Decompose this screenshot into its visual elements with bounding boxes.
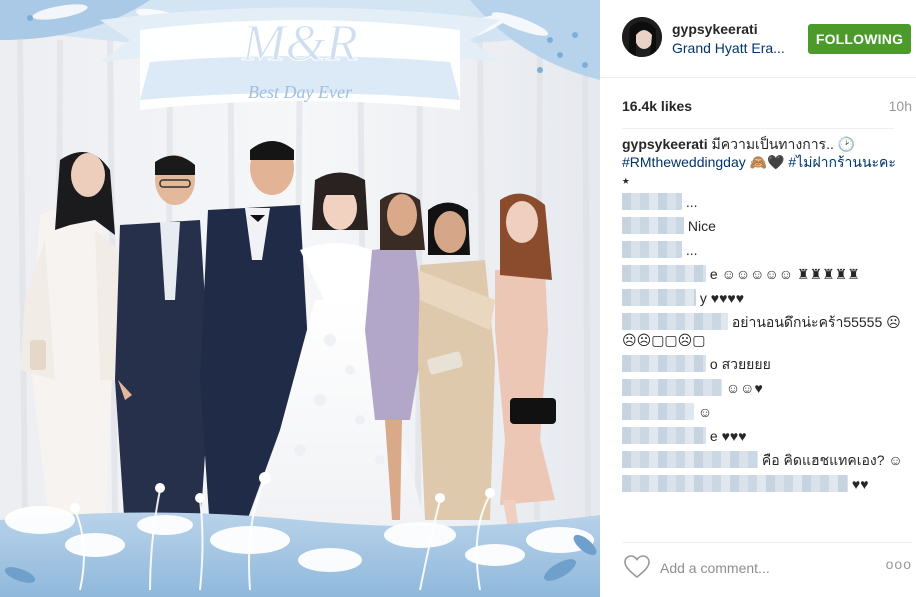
- caption-username[interactable]: gypsykeerati: [622, 136, 708, 152]
- comment-username-blurred[interactable]: [622, 475, 848, 492]
- instagram-post: M&R Best Day Ever gypsykeerati Grand Hya…: [0, 0, 916, 597]
- comment-row: อย่านอนดึกน่ะคร้า55555 ☹☹☹▢▢☹▢: [622, 313, 907, 349]
- comment-username-blurred[interactable]: [622, 313, 728, 330]
- comment-row: e ♥♥♥: [622, 427, 907, 445]
- banner-monogram: M&R: [241, 15, 358, 72]
- comment-username-blurred[interactable]: [622, 355, 706, 372]
- comment-row: ♥♥: [622, 475, 907, 493]
- caption: gypsykeerati มีความเป็นทางการ.. 🕑 #RMthe…: [622, 135, 907, 189]
- comment-username-blurred[interactable]: [622, 241, 682, 258]
- comment-row: o สวยยยย: [622, 355, 907, 373]
- location-link[interactable]: Grand Hyatt Era...: [672, 40, 802, 56]
- divider: [622, 128, 894, 129]
- avatar[interactable]: [622, 17, 662, 57]
- comment-username-blurred[interactable]: [622, 379, 722, 396]
- comment-text: ☺: [697, 404, 713, 420]
- comment-text: ...: [685, 194, 698, 210]
- comment-row: e ☺☺☺☺☺ ♜♜♜♜♜: [622, 265, 907, 283]
- comment-text: Nice: [687, 218, 716, 234]
- comment-text: ♥♥: [851, 476, 869, 492]
- post-header: gypsykeerati Grand Hyatt Era... FOLLOWIN…: [600, 0, 916, 78]
- caption-text: มีความเป็นทางการ.. 🕑: [707, 136, 856, 152]
- comment-row: y ♥♥♥♥: [622, 289, 907, 307]
- comment-username-blurred[interactable]: [622, 427, 706, 444]
- like-heart-icon[interactable]: [624, 555, 650, 579]
- comment-text: e ☺☺☺☺☺ ♜♜♜♜♜: [709, 266, 860, 282]
- comment-text: ☺☺♥: [725, 380, 763, 396]
- comment-text: y ♥♥♥♥: [699, 290, 745, 306]
- comment-text: e ♥♥♥: [709, 428, 747, 444]
- comment-username-blurred[interactable]: [622, 265, 706, 282]
- comment-text: o สวยยยย: [709, 356, 771, 372]
- comment-row: Nice: [622, 217, 907, 235]
- hashtag-link[interactable]: #RMtheweddingday: [622, 154, 746, 170]
- comment-row: ☺: [622, 403, 907, 421]
- comment-row: ☺☺♥: [622, 379, 907, 397]
- banner-text: Best Day Ever: [248, 82, 353, 102]
- comment-username-blurred[interactable]: [622, 193, 682, 210]
- post-footer: ooo: [622, 542, 912, 597]
- comment-username-blurred[interactable]: [622, 403, 694, 420]
- caption-emoji: 🙈🖤: [745, 154, 789, 170]
- comment-row: ...: [622, 241, 907, 259]
- comment-text: คือ คิดแฮชแทคเอง? ☺: [761, 452, 903, 468]
- hashtag-link[interactable]: #ไม่ฝากร้านนะคะ: [788, 154, 896, 170]
- comment-row: คือ คิดแฮชแทคเอง? ☺: [622, 451, 907, 469]
- post-meta: 16.4k likes 10h: [622, 98, 912, 118]
- comment-row: ...: [622, 193, 907, 211]
- caption-emoji: ⭑: [622, 172, 630, 188]
- comments-list: gypsykeerati มีความเป็นทางการ.. 🕑 #RMthe…: [622, 135, 907, 499]
- more-options-button[interactable]: ooo: [886, 556, 912, 572]
- add-comment-input[interactable]: [660, 557, 840, 579]
- comment-username-blurred[interactable]: [622, 451, 758, 468]
- username-link[interactable]: gypsykeerati: [672, 21, 758, 37]
- comment-username-blurred[interactable]: [622, 289, 696, 306]
- comment-text: ...: [685, 242, 698, 258]
- post-photo[interactable]: M&R Best Day Ever: [0, 0, 600, 597]
- post-side-panel: gypsykeerati Grand Hyatt Era... FOLLOWIN…: [600, 0, 916, 597]
- comment-username-blurred[interactable]: [622, 217, 684, 234]
- post-time[interactable]: 10h: [889, 98, 912, 114]
- following-button[interactable]: FOLLOWING: [808, 24, 911, 54]
- likes-count[interactable]: 16.4k likes: [622, 98, 692, 114]
